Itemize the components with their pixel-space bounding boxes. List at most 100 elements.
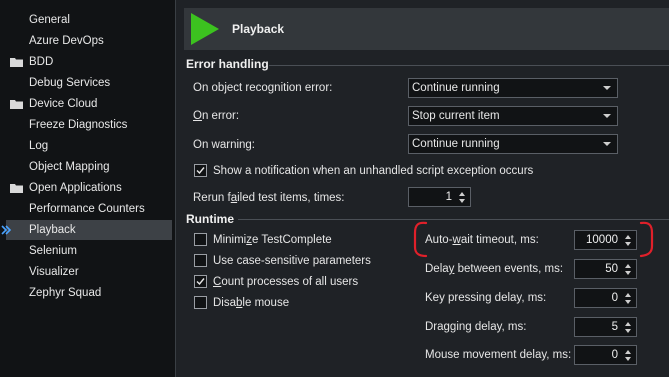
sidebar-item-label: Device Cloud [29, 98, 98, 110]
playback-options-panel: Playback Error handling On object recogn… [176, 0, 669, 377]
delay-events-label: Delay between events, ms: [425, 263, 563, 275]
object-error-value: Continue running [412, 82, 500, 94]
on-error-value: Stop current item [412, 110, 500, 122]
sidebar-item-label: BDD [29, 56, 54, 68]
on-warning-dropdown[interactable]: Continue running [408, 134, 618, 154]
case-sensitive-checkbox[interactable] [194, 254, 207, 267]
sidebar-item-label: Freeze Diagnostics [29, 119, 128, 131]
play-icon [191, 13, 219, 45]
spin-down-icon[interactable] [625, 242, 631, 246]
case-sensitive-label: Use case-sensitive parameters [213, 255, 371, 267]
annotation-right-bracket [639, 221, 654, 258]
spin-up-icon[interactable] [459, 192, 465, 196]
count-processes-label-b: ount processes of all users [221, 276, 359, 288]
minimize-label-a: Minimi [213, 234, 247, 246]
drag-delay-spinbox[interactable]: 5 [574, 317, 637, 337]
spin-up-icon[interactable] [625, 235, 631, 239]
count-processes-label: Count processes of all users [213, 276, 358, 288]
rerun-label-b: iled test items, times: [237, 192, 345, 204]
section-divider [269, 65, 669, 66]
sidebar-item-debug-services[interactable]: Debug Services [6, 73, 172, 93]
disable-mouse-label-a: Disa [213, 297, 237, 309]
minimize-checkbox[interactable] [194, 233, 207, 246]
panel-title: Playback [232, 22, 285, 36]
spin-down-icon[interactable] [625, 300, 631, 304]
on-warning-value: Continue running [412, 138, 500, 150]
key-delay-spinbox[interactable]: 0 [574, 288, 637, 308]
chevron-right-icon [1, 225, 12, 235]
mouse-delay-value: 0 [611, 349, 618, 361]
annotation-left-bracket [413, 221, 428, 258]
folder-icon [10, 58, 23, 67]
on-warning-label: On warning: [193, 139, 256, 151]
on-error-dropdown[interactable]: Stop current item [408, 106, 618, 126]
sidebar-item-label: Playback [29, 224, 76, 236]
spin-up-icon[interactable] [625, 350, 631, 354]
on-error-label-accel: O [193, 110, 202, 122]
on-error-label: On error: [193, 110, 239, 122]
minimize-label-b: e TestComplete [251, 234, 332, 246]
spin-up-icon[interactable] [625, 293, 631, 297]
delay-events-label-b: between events, ms: [454, 263, 564, 275]
auto-wait-label-accel: w [452, 234, 461, 246]
chevron-down-icon [603, 114, 611, 118]
chevron-down-icon [603, 142, 611, 146]
object-error-dropdown[interactable]: Continue running [408, 78, 618, 98]
section-title-error-handling: Error handling [186, 57, 269, 71]
spin-up-icon[interactable] [625, 322, 631, 326]
sidebar-item-label: Debug Services [29, 77, 111, 89]
spin-down-icon[interactable] [625, 271, 631, 275]
folder-icon [10, 100, 23, 109]
rerun-spinbox[interactable]: 1 [408, 187, 471, 207]
disable-mouse-label: Disable mouse [213, 297, 289, 309]
count-processes-checkbox[interactable] [194, 275, 207, 288]
sidebar-item-label: Log [29, 140, 49, 152]
rerun-value: 1 [445, 191, 452, 203]
sidebar-item-log[interactable]: Log [6, 136, 172, 156]
mouse-delay-label: Mouse movement delay, ms: [425, 349, 572, 361]
sidebar-item-general[interactable]: General [6, 10, 172, 30]
sidebar-item-visualizer[interactable]: Visualizer [6, 262, 172, 282]
sidebar-item-playback[interactable]: Playback [1, 220, 172, 240]
mouse-delay-spinbox[interactable]: 0 [574, 345, 637, 365]
sidebar-item-label: Visualizer [29, 266, 79, 278]
sidebar-item-performance-counters[interactable]: Performance Counters [6, 199, 172, 219]
auto-wait-spinbox[interactable]: 10000 [574, 230, 637, 250]
sidebar-item-open-applications[interactable]: Open Applications [6, 178, 172, 198]
section-divider [238, 219, 669, 220]
sidebar-item-zephyr-squad[interactable]: Zephyr Squad [6, 283, 172, 303]
checkmark-icon [196, 167, 205, 175]
notify-checkbox[interactable] [194, 164, 207, 177]
auto-wait-label: Auto-wait timeout, ms: [425, 234, 539, 246]
rerun-label: Rerun failed test items, times: [193, 192, 345, 204]
sidebar-item-label: Performance Counters [29, 203, 145, 215]
sidebar-item-label: General [29, 14, 70, 26]
spin-down-icon[interactable] [625, 357, 631, 361]
sidebar-item-label: Object Mapping [29, 161, 110, 173]
sidebar-item-label: Open Applications [29, 182, 122, 194]
checkmark-icon [196, 278, 205, 286]
rerun-label-a: Rerun f [193, 192, 231, 204]
sidebar-item-selenium[interactable]: Selenium [6, 241, 172, 261]
sidebar-item-azure-devops[interactable]: Azure DevOps [6, 31, 172, 51]
folder-icon [10, 184, 23, 193]
disable-mouse-checkbox[interactable] [194, 296, 207, 309]
sidebar-item-bdd[interactable]: BDD [6, 52, 172, 72]
spin-down-icon[interactable] [625, 329, 631, 333]
sidebar-item-freeze-diagnostics[interactable]: Freeze Diagnostics [6, 115, 172, 135]
sidebar-item-object-mapping[interactable]: Object Mapping [6, 157, 172, 177]
delay-events-spinbox[interactable]: 50 [574, 259, 637, 279]
notify-label: Show a notification when an unhandled sc… [213, 165, 534, 177]
sidebar-item-label: Azure DevOps [29, 35, 104, 47]
drag-delay-label: Dragging delay, ms: [425, 321, 527, 333]
spin-down-icon[interactable] [459, 199, 465, 203]
sidebar-item-label: Selenium [29, 245, 77, 257]
delay-events-label-a: Dela [425, 263, 449, 275]
auto-wait-label-b: ait timeout, ms: [460, 234, 539, 246]
sidebar-item-device-cloud[interactable]: Device Cloud [6, 94, 172, 114]
minimize-label: Minimize TestComplete [213, 234, 332, 246]
delay-events-value: 50 [605, 263, 618, 275]
disable-mouse-label-b: le mouse [242, 297, 290, 309]
panel-header: Playback [184, 8, 669, 50]
spin-up-icon[interactable] [625, 264, 631, 268]
